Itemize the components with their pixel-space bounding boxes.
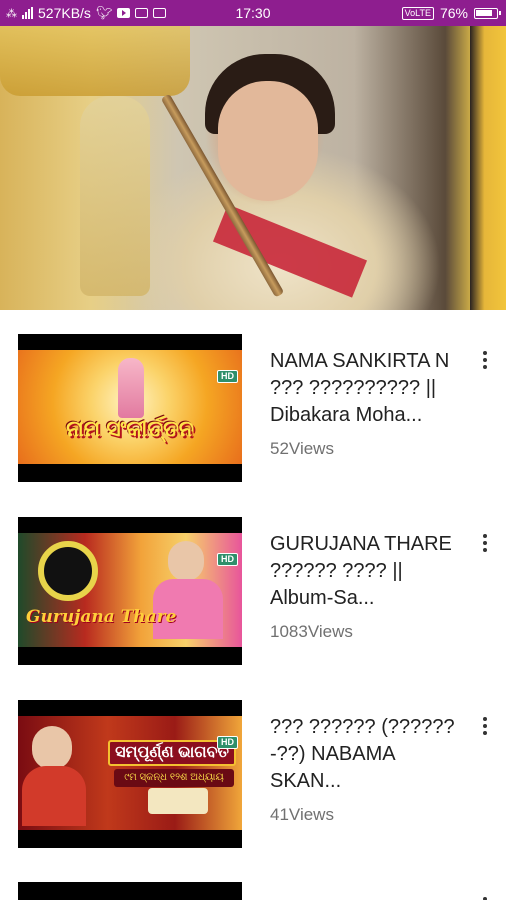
player-scene-statue (80, 96, 150, 296)
list-item[interactable]: ସମ୍ପୂର୍ଣ୍ଣ ଭାଗବତ ୯ମ ସ୍କନ୍ଧ ୧୨ଶ ଅଧ୍ୟାୟ HD… (0, 676, 506, 859)
status-right: VoLTE 76% (401, 0, 501, 26)
video-title[interactable]: NAMA SANKIRTA N ??? ?????????? || Dibaka… (270, 348, 460, 429)
battery-icon (474, 7, 501, 19)
status-bar: ⁂ 527KB/s 🐦︎ 17:30 VoLTE 76% (0, 0, 506, 26)
thumbnail-title: Gurujana Thare (26, 607, 177, 627)
video-thumbnail-partial[interactable] (18, 882, 242, 900)
list-item[interactable]: Gurujana Thare HD GURUJANA THARE ?????? … (0, 493, 506, 676)
volte-icon: VoLTE (401, 6, 434, 20)
video-thumbnail[interactable]: ନାମ ସଂକୀର୍ତ୍ତନ HD (18, 334, 242, 482)
hd-badge: HD (217, 736, 238, 749)
battery-percent: 76% (439, 5, 468, 21)
hd-badge: HD (217, 370, 238, 383)
more-options-icon[interactable] (478, 533, 492, 553)
thumbnail-image: ସମ୍ପୂର୍ଣ୍ଣ ଭାଗବତ ୯ମ ସ୍କନ୍ଧ ୧୨ଶ ଅଧ୍ୟାୟ HD (18, 716, 242, 830)
more-options-icon[interactable] (478, 716, 492, 736)
video-thumbnail[interactable]: ସମ୍ପୂର୍ଣ୍ଣ ଭାଗବତ ୯ମ ସ୍କନ୍ଧ ୧୨ଶ ଅଧ୍ୟାୟ HD (18, 700, 242, 848)
thumbnail-title: ନାମ ସଂକୀର୍ତ୍ତନ (66, 416, 194, 441)
video-views: 1083Views (270, 622, 353, 641)
thumbnail-subtitle: ୯ମ ସ୍କନ୍ଧ ୧୨ଶ ଅଧ୍ୟାୟ (114, 769, 234, 787)
video-player[interactable] (0, 26, 506, 310)
video-title[interactable]: GURUJANA THARE ?????? ???? || Album-Sa..… (270, 531, 460, 612)
player-scene-lamp (0, 26, 190, 96)
player-scene-pillar (470, 26, 506, 310)
video-thumbnail[interactable]: Gurujana Thare HD (18, 517, 242, 665)
video-views: 41Views (270, 805, 334, 824)
thumbnail-image: ନାମ ସଂକୀର୍ତ୍ତନ HD (18, 350, 242, 464)
video-views: 52Views (270, 439, 334, 458)
thumbnail-image: Gurujana Thare HD (18, 533, 242, 647)
list-item[interactable]: ନାମ ସଂକୀର୍ତ୍ତନ HD NAMA SANKIRTA N ??? ??… (0, 310, 506, 493)
hd-badge: HD (217, 553, 238, 566)
player-scene-face (218, 81, 318, 201)
more-options-icon[interactable] (478, 350, 492, 370)
more-options-icon[interactable] (478, 896, 492, 900)
video-title[interactable]: ??? ?????? (??????-??) NABAMA SKAN... (270, 714, 460, 795)
